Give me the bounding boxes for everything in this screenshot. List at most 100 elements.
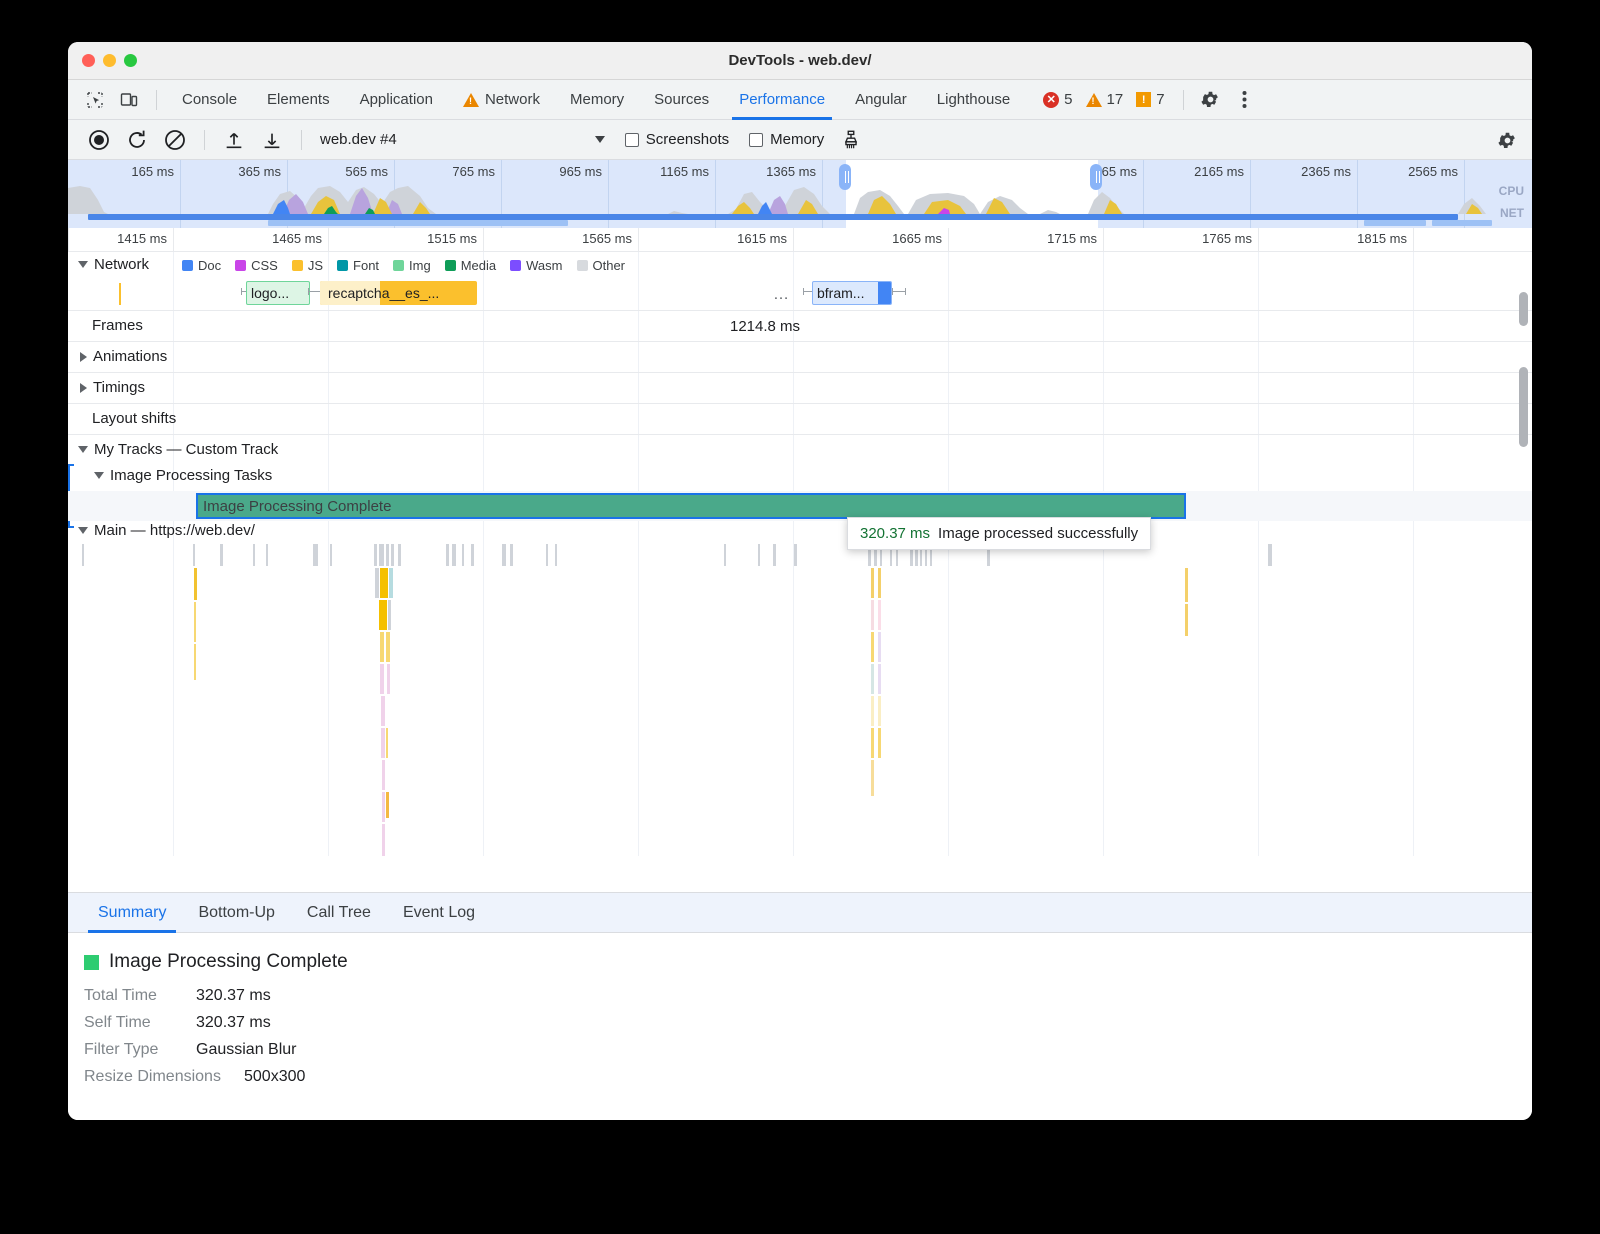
details-tab-label: Bottom-Up (198, 904, 274, 922)
details-tab-bottom-up[interactable]: Bottom-Up (182, 893, 290, 933)
details-tab-call-tree[interactable]: Call Tree (291, 893, 387, 933)
event-bar-image-processing-complete[interactable]: Image Processing Complete (196, 493, 1186, 519)
network-request-tick[interactable] (119, 283, 121, 305)
network-request-bar[interactable]: bfram... (812, 281, 892, 305)
overview-tick-label: 2565 ms (1408, 164, 1464, 179)
details-tab-summary[interactable]: Summary (82, 893, 182, 933)
info-icon: ! (1136, 92, 1151, 107)
session-selector[interactable]: web.dev #4 (320, 131, 605, 148)
legend-label: JS (308, 258, 323, 273)
legend-swatch (337, 260, 348, 271)
kebab-menu-icon[interactable] (1228, 85, 1262, 115)
tab-label: Network (485, 91, 540, 108)
track-header-animations[interactable]: Animations (80, 348, 167, 365)
track-label: Timings (93, 379, 145, 396)
capture-settings-icon[interactable] (1497, 120, 1518, 160)
details-tab-event-log[interactable]: Event Log (387, 893, 491, 933)
flame-chart-tracks[interactable]: Network Doc CSS JS Font Img Media Wasm O… (68, 252, 1532, 856)
overview-scrollbar-thumb[interactable] (1519, 292, 1528, 326)
track-row-timings[interactable] (68, 372, 1532, 403)
ruler-tick-label: 1465 ms (272, 231, 328, 246)
gear-icon[interactable] (1194, 85, 1228, 115)
tab-elements[interactable]: Elements (252, 80, 345, 120)
track-label: Layout shifts (92, 410, 176, 427)
summary-color-swatch (84, 955, 99, 970)
tab-application[interactable]: Application (345, 80, 448, 120)
download-profile-icon[interactable] (253, 125, 291, 155)
summary-key: Self Time (84, 1014, 196, 1032)
track-header-my-tracks[interactable]: My Tracks — Custom Track (78, 441, 278, 458)
overview-left-handle[interactable] (839, 164, 851, 190)
legend-item-wasm: Wasm (510, 258, 562, 273)
legend-item-img: Img (393, 258, 431, 273)
network-request-bar[interactable]: logo... (246, 281, 310, 305)
tab-network[interactable]: Network (448, 80, 555, 120)
ruler-tick-label: 1515 ms (427, 231, 483, 246)
summary-title-label: Image Processing Complete (109, 951, 348, 973)
legend-swatch (393, 260, 404, 271)
error-counter[interactable]: ✕ 5 (1043, 91, 1072, 108)
track-header-timings[interactable]: Timings (80, 379, 145, 396)
event-tooltip: 320.37 ms Image processed successfully (847, 517, 1151, 550)
warning-counter[interactable]: 17 (1086, 91, 1124, 108)
device-toolbar-icon[interactable] (112, 85, 146, 115)
tab-sources[interactable]: Sources (639, 80, 724, 120)
info-counter[interactable]: ! 7 (1136, 91, 1164, 108)
info-count: 7 (1156, 91, 1164, 108)
summary-value: Gaussian Blur (196, 1041, 297, 1059)
tab-lighthouse[interactable]: Lighthouse (922, 80, 1025, 120)
timeline-overview[interactable]: 165 ms 365 ms 565 ms 765 ms 965 ms 1165 … (68, 160, 1532, 228)
upload-profile-icon[interactable] (215, 125, 253, 155)
chevron-down-icon (94, 472, 104, 479)
track-header-main[interactable]: Main — https://web.dev/ (78, 522, 255, 539)
network-requests-row[interactable]: logo... recaptcha__es_... bfram... (68, 280, 1532, 310)
tab-console[interactable]: Console (167, 80, 252, 120)
track-header-network[interactable]: Network (78, 256, 149, 273)
network-overview-bar (1364, 220, 1426, 226)
overview-tick-label: 165 ms (131, 164, 180, 179)
legend-item-other: Other (577, 258, 626, 273)
ruler-tick-label: 1565 ms (582, 231, 638, 246)
tab-angular[interactable]: Angular (840, 80, 922, 120)
tab-memory[interactable]: Memory (555, 80, 639, 120)
network-request-whisker (892, 291, 906, 292)
summary-value: 320.37 ms (196, 1014, 271, 1032)
tracks-scrollbar-thumb[interactable] (1519, 367, 1528, 447)
track-header-layout-shifts[interactable]: Layout shifts (92, 410, 176, 427)
chevron-down-icon (78, 261, 88, 268)
cpu-activity-chart (68, 182, 1532, 214)
track-row-layout-shifts[interactable] (68, 403, 1532, 434)
track-header-frames[interactable]: Frames (92, 317, 143, 334)
record-icon[interactable] (80, 125, 118, 155)
chevron-down-icon (78, 527, 88, 534)
network-request-bar[interactable]: recaptcha__es_... (320, 281, 477, 305)
overview-right-handle[interactable] (1090, 164, 1102, 190)
event-bar-label: Image Processing Complete (203, 498, 391, 515)
network-request-label: logo... (251, 285, 289, 301)
checkbox-box (625, 133, 639, 147)
inspect-element-icon[interactable] (78, 85, 112, 115)
tab-performance[interactable]: Performance (724, 80, 840, 120)
error-icon: ✕ (1043, 92, 1059, 108)
overview-tick-label: 965 ms (559, 164, 608, 179)
track-row-animations[interactable] (68, 341, 1532, 372)
reload-record-icon[interactable] (118, 125, 156, 155)
network-track-overflow[interactable]: … (773, 292, 791, 298)
screenshots-checkbox[interactable]: Screenshots (625, 131, 729, 148)
track-header-image-processing-tasks[interactable]: Image Processing Tasks (94, 467, 272, 484)
warning-triangle-icon (463, 93, 479, 107)
memory-label: Memory (770, 131, 824, 148)
tab-label: Angular (855, 91, 907, 108)
main-thread-flame-chart[interactable] (68, 544, 1532, 856)
details-tab-label: Call Tree (307, 904, 371, 922)
track-row-my-tracks[interactable] (68, 434, 1532, 465)
network-legend: Doc CSS JS Font Img Media Wasm Other (182, 258, 639, 273)
summary-key: Resize Dimensions (84, 1068, 244, 1086)
clear-icon[interactable] (156, 125, 194, 155)
memory-checkbox[interactable]: Memory (749, 131, 824, 148)
tooltip-text: Image processed successfully (938, 525, 1138, 542)
legend-swatch (235, 260, 246, 271)
collect-garbage-icon[interactable] (832, 125, 870, 155)
details-panel: Summary Bottom-Up Call Tree Event Log Im… (68, 892, 1532, 1120)
legend-item-js: JS (292, 258, 323, 273)
